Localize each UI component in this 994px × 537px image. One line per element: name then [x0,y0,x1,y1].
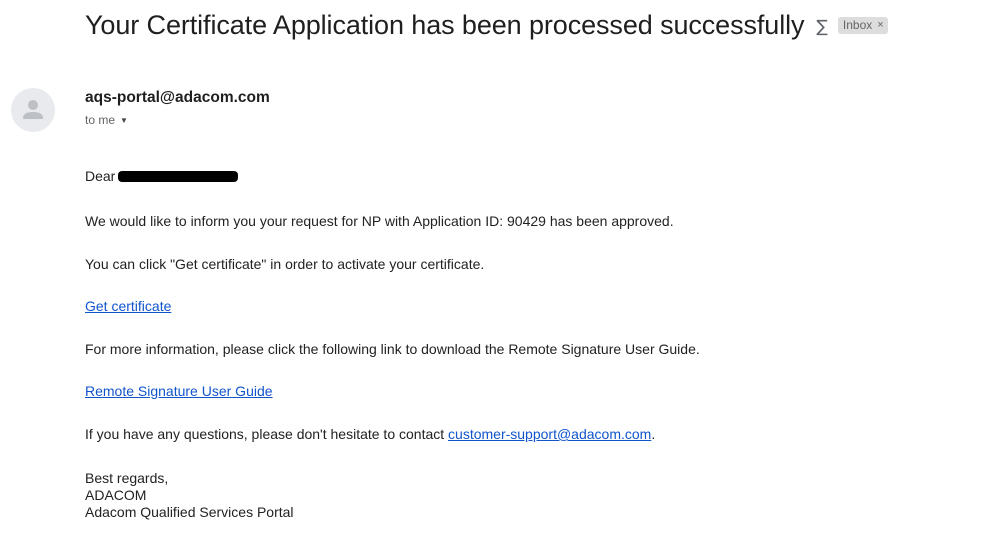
signature-portal: Adacom Qualified Services Portal [85,504,294,520]
inbox-label-chip[interactable]: Inbox × [837,17,888,34]
closing-text: Best regards, [85,470,169,486]
user-guide-link[interactable]: Remote Signature User Guide [85,383,273,399]
get-certificate-paragraph: Get certificate [85,298,171,314]
contact-prefix: If you have any questions, please don't … [85,426,449,442]
default-avatar-icon[interactable] [11,88,55,132]
approval-line: We would like to inform you your request… [85,213,674,229]
user-guide-paragraph: Remote Signature User Guide [85,383,273,399]
instruction-line: You can click "Get certificate" in order… [85,256,485,272]
redacted-name [118,171,239,182]
info-line: For more information, please click the f… [85,341,700,357]
support-email-link[interactable]: customer-support@adacom.com [448,426,651,442]
sender-address: aqs-portal@adacom.com [85,89,270,106]
contact-suffix: . [651,426,656,442]
summarize-icon[interactable]: ∑ [816,17,827,37]
get-certificate-link[interactable]: Get certificate [85,298,171,314]
recipient-line: to me [85,113,116,127]
greeting-line: Dear [85,168,239,184]
greeting-text: Dear [85,168,116,184]
contact-line: If you have any questions, please don't … [85,426,655,442]
remove-label-icon[interactable]: × [877,19,883,31]
email-subject: Your Certificate Application has been pr… [85,10,805,40]
inbox-label-text: Inbox [842,18,873,32]
signature-company: ADACOM [85,487,147,503]
subject-row: Your Certificate Application has been pr… [85,10,888,41]
caret-down-icon[interactable]: ▼ [120,116,128,125]
signature-block: Best regards, ADACOM Adacom Qualified Se… [85,470,294,521]
recipient-details-toggle[interactable]: to me ▼ [85,113,128,127]
